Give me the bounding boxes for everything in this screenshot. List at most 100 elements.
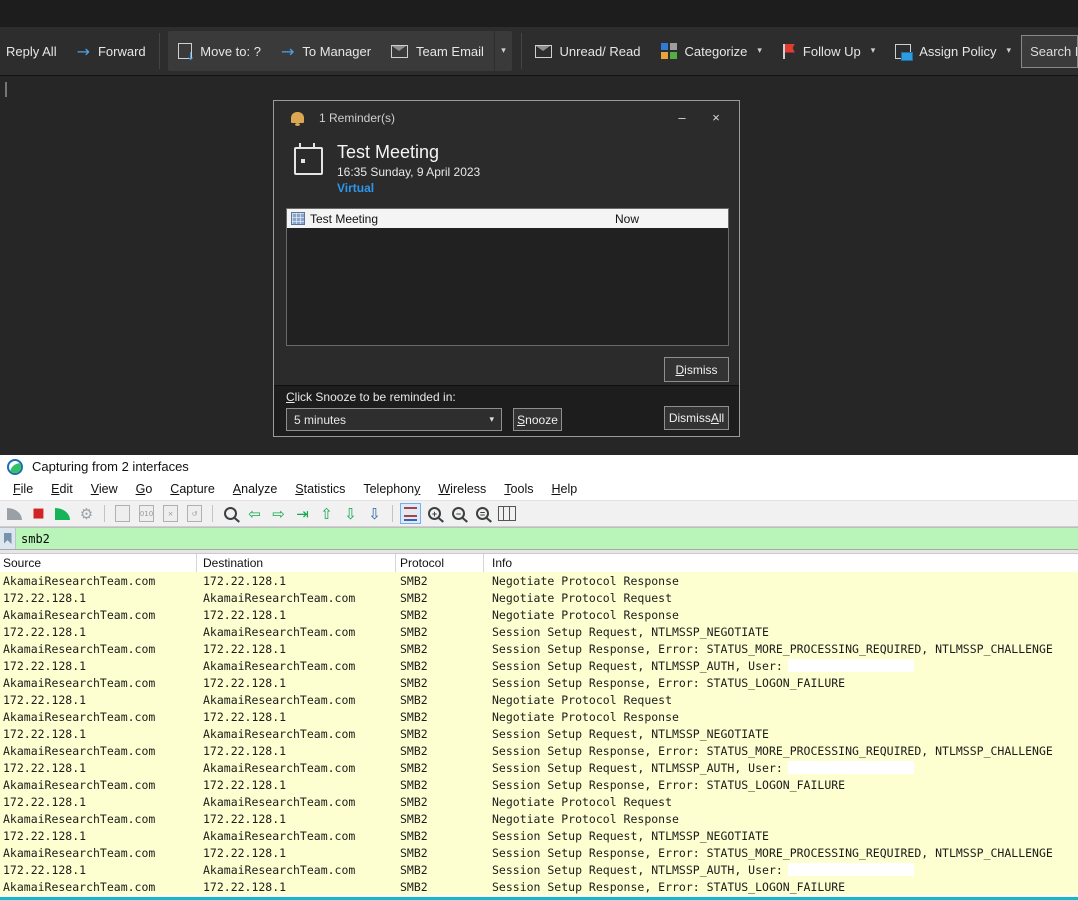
- packet-row[interactable]: AkamaiResearchTeam.com172.22.128.1SMB2Se…: [0, 844, 1078, 861]
- menu-view[interactable]: View: [82, 480, 127, 498]
- menu-edit[interactable]: Edit: [42, 480, 82, 498]
- go-bottom-icon[interactable]: ⇩: [340, 503, 361, 524]
- packet-row[interactable]: AkamaiResearchTeam.com172.22.128.1SMB2Se…: [0, 674, 1078, 691]
- toolbar-separator: [392, 505, 393, 522]
- display-filter-input[interactable]: smb2: [16, 532, 50, 546]
- packet-protocol: SMB2: [396, 710, 484, 724]
- packet-protocol: SMB2: [396, 727, 484, 741]
- follow-up-label: Follow Up: [803, 44, 861, 59]
- packet-destination: AkamaiResearchTeam.com: [197, 727, 396, 741]
- packet-row[interactable]: AkamaiResearchTeam.com172.22.128.1SMB2Ne…: [0, 572, 1078, 589]
- redacted-username-box: [788, 863, 914, 876]
- snooze-button[interactable]: Snooze: [513, 408, 562, 431]
- packet-source: AkamaiResearchTeam.com: [0, 812, 197, 826]
- menu-go[interactable]: Go: [127, 480, 162, 498]
- packet-info: Session Setup Request, NTLMSSP_AUTH, Use…: [484, 659, 1078, 673]
- file-close-icon[interactable]: ×: [160, 503, 181, 524]
- follow-up-button[interactable]: Follow Up ▾: [772, 31, 885, 71]
- auto-scroll-icon[interactable]: ⇩: [364, 503, 385, 524]
- to-manager-button[interactable]: → To Manager: [271, 31, 381, 71]
- go-to-packet-icon[interactable]: ⇥: [292, 503, 313, 524]
- packet-row[interactable]: 172.22.128.1AkamaiResearchTeam.comSMB2Ne…: [0, 691, 1078, 708]
- packet-info: Session Setup Request, NTLMSSP_AUTH, Use…: [484, 863, 1078, 877]
- zoom-100-icon[interactable]: =: [472, 503, 493, 524]
- packet-row[interactable]: 172.22.128.1AkamaiResearchTeam.comSMB2Se…: [0, 759, 1078, 776]
- snooze-duration-select[interactable]: 5 minutes ▾: [286, 408, 502, 431]
- capture-restart-icon[interactable]: [52, 503, 73, 524]
- packet-source: 172.22.128.1: [0, 829, 197, 843]
- packet-row[interactable]: AkamaiResearchTeam.com172.22.128.1SMB2Se…: [0, 878, 1078, 895]
- packet-destination: 172.22.128.1: [197, 676, 396, 690]
- filter-bookmark-button[interactable]: [0, 528, 16, 549]
- go-top-icon[interactable]: ⇧: [316, 503, 337, 524]
- packet-info: Negotiate Protocol Response: [484, 812, 1078, 826]
- team-email-button[interactable]: Team Email: [381, 31, 494, 71]
- packet-row[interactable]: 172.22.128.1AkamaiResearchTeam.comSMB2Ne…: [0, 793, 1078, 810]
- column-header-source[interactable]: Source: [0, 554, 197, 572]
- menu-statistics[interactable]: Statistics: [286, 480, 354, 498]
- packet-row[interactable]: AkamaiResearchTeam.com172.22.128.1SMB2Ne…: [0, 606, 1078, 623]
- packet-destination: AkamaiResearchTeam.com: [197, 863, 396, 877]
- column-header-protocol[interactable]: Protocol: [396, 554, 484, 572]
- reply-all-button[interactable]: Reply All: [0, 31, 67, 71]
- reminder-list-item[interactable]: Test Meeting Now: [287, 209, 728, 228]
- file-save-icon[interactable]: 010: [136, 503, 157, 524]
- file-reload-icon[interactable]: ↺: [184, 503, 205, 524]
- go-back-icon[interactable]: ⇦: [244, 503, 265, 524]
- packet-source: AkamaiResearchTeam.com: [0, 710, 197, 724]
- forward-button[interactable]: → Forward: [67, 31, 156, 71]
- quick-steps-group: ↓ Move to: ? → To Manager Team Email ▾: [168, 31, 512, 71]
- packet-source: 172.22.128.1: [0, 863, 197, 877]
- quick-steps-more-chevron[interactable]: ▾: [494, 31, 512, 71]
- menu-telephony[interactable]: Telephony: [354, 480, 429, 498]
- move-to-button[interactable]: ↓ Move to: ?: [168, 31, 271, 71]
- minimize-button[interactable]: –: [665, 101, 699, 134]
- menu-help[interactable]: Help: [542, 480, 586, 498]
- menu-analyze[interactable]: Analyze: [224, 480, 286, 498]
- packet-row[interactable]: 172.22.128.1AkamaiResearchTeam.comSMB2Se…: [0, 657, 1078, 674]
- packet-row[interactable]: AkamaiResearchTeam.com172.22.128.1SMB2Ne…: [0, 810, 1078, 827]
- snooze-prompt-label: Click Snooze to be reminded in:: [286, 390, 456, 404]
- packet-row[interactable]: AkamaiResearchTeam.com172.22.128.1SMB2Ne…: [0, 708, 1078, 725]
- search-people-input[interactable]: Search Pe: [1021, 35, 1078, 68]
- packet-row[interactable]: 172.22.128.1AkamaiResearchTeam.comSMB2Se…: [0, 725, 1078, 742]
- dismiss-button[interactable]: Dismiss: [664, 357, 729, 382]
- colorize-icon[interactable]: [400, 503, 421, 524]
- find-packet-icon[interactable]: [220, 503, 241, 524]
- capture-start-icon[interactable]: [4, 503, 25, 524]
- dismiss-all-button[interactable]: Dismiss All: [664, 406, 729, 430]
- packet-row[interactable]: 172.22.128.1AkamaiResearchTeam.comSMB2Se…: [0, 827, 1078, 844]
- zoom-out-icon[interactable]: −: [448, 503, 469, 524]
- file-open-icon[interactable]: [112, 503, 133, 524]
- packet-row[interactable]: 172.22.128.1AkamaiResearchTeam.comSMB2Ne…: [0, 589, 1078, 606]
- menu-file[interactable]: File: [4, 480, 42, 498]
- menu-capture[interactable]: Capture: [161, 480, 224, 498]
- capture-options-icon[interactable]: ⚙: [76, 503, 97, 524]
- packet-row[interactable]: AkamaiResearchTeam.com172.22.128.1SMB2Se…: [0, 742, 1078, 759]
- categorize-button[interactable]: Categorize ▾: [651, 31, 772, 71]
- packet-protocol: SMB2: [396, 659, 484, 673]
- resize-columns-icon[interactable]: [496, 503, 517, 524]
- menu-wireless[interactable]: Wireless: [429, 480, 495, 498]
- zoom-in-icon[interactable]: +: [424, 503, 445, 524]
- wireshark-logo-icon: [7, 459, 23, 475]
- packet-row[interactable]: AkamaiResearchTeam.com172.22.128.1SMB2Se…: [0, 776, 1078, 793]
- reminder-list[interactable]: Test Meeting Now: [286, 208, 729, 346]
- menu-tools[interactable]: Tools: [495, 480, 542, 498]
- packet-source: AkamaiResearchTeam.com: [0, 642, 197, 656]
- packet-row[interactable]: 172.22.128.1AkamaiResearchTeam.comSMB2Se…: [0, 623, 1078, 640]
- assign-policy-button[interactable]: Assign Policy ▾: [885, 31, 1021, 71]
- capture-stop-icon[interactable]: ■: [28, 503, 49, 524]
- unread-read-button[interactable]: Unread/ Read: [525, 31, 651, 71]
- column-header-info[interactable]: Info: [484, 554, 1078, 572]
- packet-info: Negotiate Protocol Request: [484, 795, 1078, 809]
- packet-row[interactable]: AkamaiResearchTeam.com172.22.128.1SMB2Se…: [0, 640, 1078, 657]
- packet-row[interactable]: 172.22.128.1AkamaiResearchTeam.comSMB2Se…: [0, 861, 1078, 878]
- go-forward-icon[interactable]: ⇨: [268, 503, 289, 524]
- packet-source: AkamaiResearchTeam.com: [0, 846, 197, 860]
- packet-protocol: SMB2: [396, 778, 484, 792]
- column-header-destination[interactable]: Destination: [197, 554, 396, 572]
- close-icon[interactable]: ×: [699, 101, 733, 134]
- packet-destination: AkamaiResearchTeam.com: [197, 591, 396, 605]
- meeting-location-link[interactable]: Virtual: [337, 180, 480, 196]
